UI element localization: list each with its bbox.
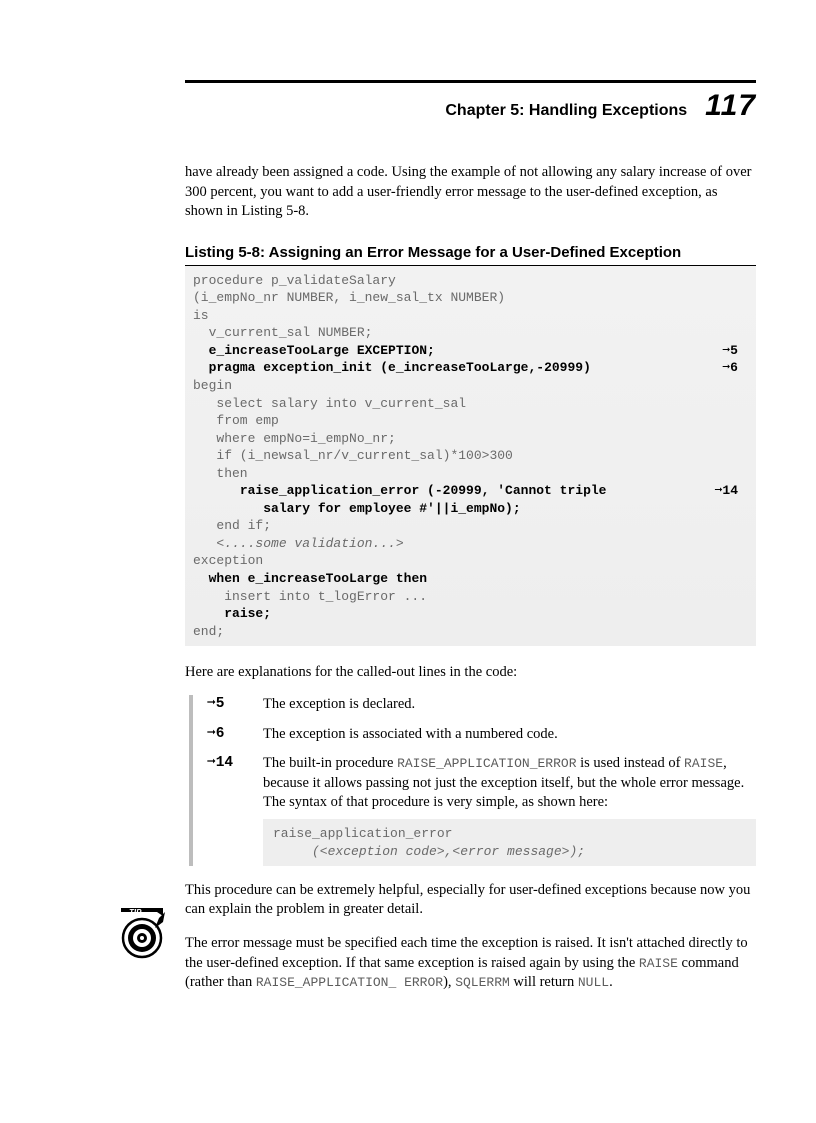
chapter-title: Chapter 5: Handling Exceptions <box>445 102 687 120</box>
page-header: Chapter 5: Handling Exceptions 117 <box>185 89 756 123</box>
syntax-line: (<exception code>,<error message>); <box>273 844 585 859</box>
syntax-example: raise_application_error (<exception code… <box>263 819 756 866</box>
t: . <box>609 974 613 990</box>
callout-item: ➞6 The exception is associated with a nu… <box>207 725 756 745</box>
callout-item: ➞5 The exception is declared. <box>207 695 756 715</box>
callout-list: ➞5 The exception is declared. ➞6 The exc… <box>189 695 756 866</box>
svg-text:TIP: TIP <box>129 908 142 917</box>
callout-marker: ➞5 <box>207 695 245 715</box>
page-number: 117 <box>705 89 756 123</box>
t: will return <box>510 974 578 990</box>
inline-code: SQLERRM <box>455 975 510 990</box>
intro-paragraph: have already been assigned a code. Using… <box>185 163 756 222</box>
explanation-intro: Here are explanations for the called-out… <box>185 664 756 681</box>
inline-code: RAISE <box>639 956 678 971</box>
inline-code: RAISE_APPLICATION_ ERROR <box>256 975 443 990</box>
callout-marker: ➞14 <box>207 754 245 866</box>
callout-item: ➞14 The built-in procedure RAISE_APPLICA… <box>207 754 756 866</box>
syntax-line: raise_application_error <box>273 826 452 841</box>
callout-text: The exception is declared. <box>263 695 756 715</box>
listing-title: Listing 5-8: Assigning an Error Message … <box>185 244 756 266</box>
inline-code: RAISE <box>684 756 723 771</box>
code-listing: procedure p_validateSalary(i_empNo_nr NU… <box>185 266 756 646</box>
tip-paragraph: This procedure can be extremely helpful,… <box>185 881 756 920</box>
t: is used instead of <box>577 755 685 771</box>
callout-text: The built-in procedure RAISE_APPLICATION… <box>263 754 756 866</box>
t: The built-in procedure <box>263 755 397 771</box>
callout-marker: ➞6 <box>207 725 245 745</box>
t: ), <box>443 974 455 990</box>
inline-code: NULL <box>578 975 609 990</box>
final-paragraph: The error message must be specified each… <box>185 934 756 993</box>
inline-code: RAISE_APPLICATION_ERROR <box>397 756 576 771</box>
header-rule <box>185 80 756 83</box>
tip-icon: TIP <box>115 906 169 960</box>
callout-text: The exception is associated with a numbe… <box>263 725 756 745</box>
